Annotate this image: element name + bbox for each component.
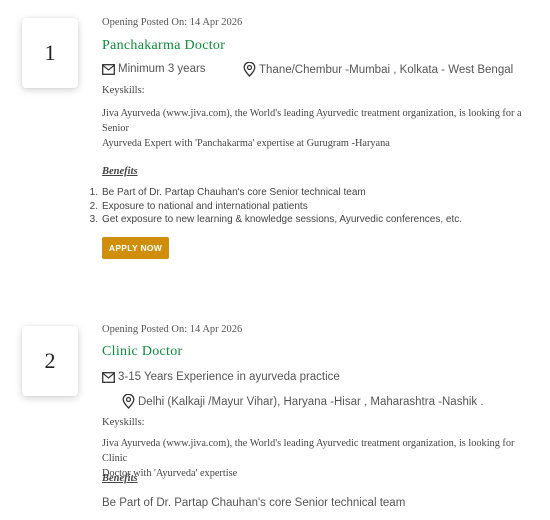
benefit-item: Be Part of Dr. Partap Chauhan's core Sen… xyxy=(102,497,406,509)
job-number-card: 2 xyxy=(22,326,78,396)
job-listing: 1 Opening Posted On: 14 Apr 2026 Panchak… xyxy=(0,0,550,300)
map-pin-icon xyxy=(122,394,135,409)
job-number-card: 1 xyxy=(22,18,78,88)
job-number: 2 xyxy=(44,348,56,373)
benefits-list: 1. Be Part of Dr. Partap Chauhan's core S… xyxy=(89,186,463,227)
benefit-item: 1. Be Part of Dr. Partap Chauhan's core S… xyxy=(89,187,366,198)
benefit-item: 3. Get exposure to new learning & knowled… xyxy=(89,214,463,225)
mail-icon xyxy=(102,371,115,383)
apply-now-button[interactable]: APPLY NOW xyxy=(102,237,169,259)
description-line: Ayurveda Expert with 'Panchakarma' exper… xyxy=(102,138,390,149)
keyskills-label: Keyskills: xyxy=(102,85,145,96)
experience-text: 3-15 Years Experience in ayurveda practi… xyxy=(118,371,340,383)
benefit-item: 2. Exposure to national and international… xyxy=(89,200,308,212)
description-line: Jiva Ayurveda (www.jiva.com), the World'… xyxy=(102,108,522,134)
description-line: Doctor with 'Ayurveda' expertise xyxy=(102,468,238,479)
job-listing: 2 Opening Posted On: 14 Apr 2026 Clinic … xyxy=(0,318,550,520)
experience-meta: Minimum 3 years xyxy=(102,63,206,75)
location-meta: Thane/Chembur -Mumbai , Kolkata - West B… xyxy=(243,62,513,77)
job-title[interactable]: Panchakarma Doctor xyxy=(102,38,225,54)
location-text: Thane/Chembur -Mumbai , Kolkata - West B… xyxy=(259,63,514,76)
keyskills-label: Keyskills: xyxy=(102,417,145,428)
location-meta: Delhi (Kalkaji /Mayur Vihar), Haryana -H… xyxy=(122,394,484,409)
experience-meta: 3-15 Years Experience in ayurveda practi… xyxy=(102,371,340,383)
map-pin-icon xyxy=(243,62,256,77)
location-text: Delhi (Kalkaji /Mayur Vihar), Haryana -H… xyxy=(138,395,484,408)
job-number: 1 xyxy=(44,40,56,65)
benefits-heading: Benefits xyxy=(102,166,138,177)
posted-date: Opening Posted On: 14 Apr 2026 xyxy=(102,324,243,335)
posted-date: Opening Posted On: 14 Apr 2026 xyxy=(102,17,243,28)
job-description: Jiva Ayurveda (www.jiva.com), the World'… xyxy=(102,436,542,481)
mail-icon xyxy=(102,63,115,75)
job-title[interactable]: Clinic Doctor xyxy=(102,344,183,360)
experience-text: Minimum 3 years xyxy=(118,63,206,75)
job-description: Jiva Ayurveda (www.jiva.com), the World'… xyxy=(102,106,542,151)
description-line: Jiva Ayurveda (www.jiva.com), the World'… xyxy=(102,438,515,464)
benefits-heading: Benefits xyxy=(102,473,138,484)
